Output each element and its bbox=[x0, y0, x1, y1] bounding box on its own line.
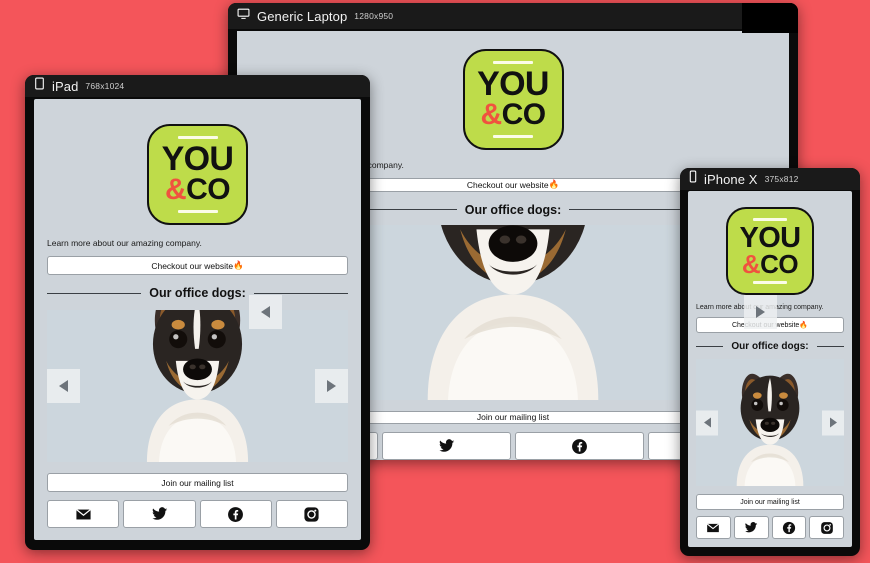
section-divider: Our office dogs: bbox=[47, 286, 348, 300]
logo-ampersand: & bbox=[741, 249, 761, 280]
lead-text: Learn more about our amazing company. bbox=[47, 238, 202, 248]
social-links-row bbox=[47, 500, 348, 528]
mailing-list-button[interactable]: Join our mailing list bbox=[47, 473, 348, 492]
device-titlebar-iphone: iPhone X 375x812 bbox=[680, 168, 860, 190]
carousel-next-button[interactable] bbox=[822, 410, 844, 435]
email-link-button[interactable] bbox=[47, 500, 120, 528]
checkout-website-label: Checkout our website bbox=[151, 260, 234, 271]
email-link-button[interactable] bbox=[696, 516, 731, 539]
carousel-prev-button[interactable] bbox=[47, 369, 80, 403]
twitter-link-button[interactable] bbox=[123, 500, 196, 528]
logo-text-andco: &CO bbox=[480, 98, 546, 132]
checkout-website-label: Checkout our website bbox=[466, 179, 549, 190]
mailing-list-label: Join our mailing list bbox=[161, 477, 234, 488]
tablet-icon bbox=[34, 77, 45, 95]
chevron-left-icon bbox=[703, 417, 711, 428]
instagram-link-button[interactable] bbox=[809, 516, 844, 539]
chevron-left-icon bbox=[59, 380, 68, 392]
carousel-prev-button[interactable] bbox=[696, 410, 718, 435]
logo-ampersand: & bbox=[480, 98, 503, 132]
logo-rule-top bbox=[177, 136, 218, 140]
dog-carousel[interactable] bbox=[696, 359, 844, 486]
logo-text-co: CO bbox=[760, 249, 799, 280]
device-name-label: iPhone X bbox=[704, 171, 758, 187]
device-name-label: Generic Laptop bbox=[257, 8, 348, 24]
section-divider-label: Our office dogs: bbox=[731, 341, 809, 352]
facebook-link-button[interactable] bbox=[771, 516, 807, 539]
logo-rule-top bbox=[493, 61, 533, 65]
mailing-list-button[interactable]: Join our mailing list bbox=[696, 494, 844, 510]
company-logo: YOU &CO bbox=[462, 49, 564, 150]
section-divider-label: Our office dogs: bbox=[464, 202, 562, 217]
logo-rule-bottom bbox=[177, 209, 218, 213]
page-content: YOU &CO Learn more about our amazing com… bbox=[34, 99, 361, 540]
facebook-link-button[interactable] bbox=[515, 432, 644, 460]
logo-text-co: CO bbox=[186, 173, 230, 207]
logo-rule-bottom bbox=[493, 134, 533, 138]
device-dimensions-label: 1280x950 bbox=[354, 11, 394, 21]
facebook-icon bbox=[228, 506, 244, 522]
logo-ampersand: & bbox=[165, 173, 187, 207]
email-icon bbox=[707, 523, 720, 532]
twitter-icon bbox=[439, 438, 455, 452]
twitter-link-button[interactable] bbox=[382, 432, 511, 460]
device-preview-stage: Generic Laptop 1280x950 YOU &CO Learn mo… bbox=[0, 0, 870, 563]
divider-line-left bbox=[696, 346, 724, 347]
device-titlebar-laptop: Generic Laptop 1280x950 bbox=[228, 3, 798, 29]
section-divider-label: Our office dogs: bbox=[149, 286, 246, 300]
checkout-website-button[interactable]: Checkout our website 🔥 bbox=[47, 256, 348, 275]
device-frame-ipad[interactable]: iPad 768x1024 YOU &CO Learn more about o… bbox=[25, 75, 370, 550]
device-name-label: iPad bbox=[52, 78, 79, 94]
company-logo: YOU &CO bbox=[726, 207, 814, 295]
chevron-right-icon bbox=[829, 417, 837, 428]
logo-rule-top bbox=[753, 218, 787, 222]
dog-carousel[interactable] bbox=[47, 310, 348, 462]
device-dimensions-label: 768x1024 bbox=[85, 81, 125, 91]
logo-rule-bottom bbox=[753, 280, 787, 284]
viewport-ipad[interactable]: YOU &CO Learn more about our amazing com… bbox=[34, 99, 361, 540]
logo-text-you: YOU bbox=[739, 222, 801, 255]
logo-text-co: CO bbox=[501, 98, 546, 132]
facebook-link-button[interactable] bbox=[199, 500, 272, 528]
social-links-row bbox=[696, 516, 844, 539]
dog-photo bbox=[47, 310, 348, 462]
twitter-icon bbox=[745, 521, 758, 532]
device-dimensions-label: 375x812 bbox=[764, 174, 799, 184]
laptop-notch bbox=[742, 3, 798, 33]
mailing-list-label: Join our mailing list bbox=[740, 498, 800, 506]
logo-text-andco: &CO bbox=[165, 173, 230, 207]
viewport-iphone[interactable]: YOU &CO Learn more about our amazing com… bbox=[688, 191, 852, 547]
chevron-left-icon bbox=[261, 306, 270, 318]
instagram-icon bbox=[820, 521, 833, 534]
twitter-icon bbox=[152, 506, 168, 520]
carousel-next-button[interactable] bbox=[744, 295, 777, 329]
mailing-list-label: Join our mailing list bbox=[476, 412, 550, 423]
instagram-link-button[interactable] bbox=[275, 500, 348, 528]
instagram-icon bbox=[304, 506, 319, 522]
facebook-icon bbox=[572, 438, 587, 454]
chevron-right-icon bbox=[327, 380, 336, 392]
logo-text-you: YOU bbox=[161, 140, 234, 179]
device-frame-iphone[interactable]: iPhone X 375x812 YOU &CO Learn more abou… bbox=[680, 168, 860, 556]
logo-text-andco: &CO bbox=[741, 249, 799, 280]
fire-icon: 🔥 bbox=[233, 260, 244, 270]
chevron-right-icon bbox=[756, 306, 765, 318]
facebook-icon bbox=[782, 521, 795, 534]
phone-icon bbox=[689, 170, 697, 188]
twitter-link-button[interactable] bbox=[733, 516, 769, 539]
divider-line-right bbox=[253, 292, 348, 294]
device-titlebar-ipad: iPad 768x1024 bbox=[25, 75, 370, 97]
email-icon bbox=[75, 508, 91, 519]
page-content: YOU &CO Learn more about our amazing com… bbox=[688, 191, 852, 547]
section-divider: Our office dogs: bbox=[696, 341, 845, 352]
monitor-icon bbox=[237, 7, 250, 25]
fire-icon: 🔥 bbox=[548, 179, 560, 190]
carousel-next-button[interactable] bbox=[315, 369, 348, 403]
divider-line-left bbox=[47, 292, 142, 294]
divider-line-right bbox=[816, 346, 845, 347]
logo-text-you: YOU bbox=[477, 65, 549, 104]
carousel-prev-button[interactable] bbox=[249, 295, 282, 329]
fire-icon: 🔥 bbox=[799, 322, 809, 329]
company-logo: YOU &CO bbox=[147, 124, 248, 225]
